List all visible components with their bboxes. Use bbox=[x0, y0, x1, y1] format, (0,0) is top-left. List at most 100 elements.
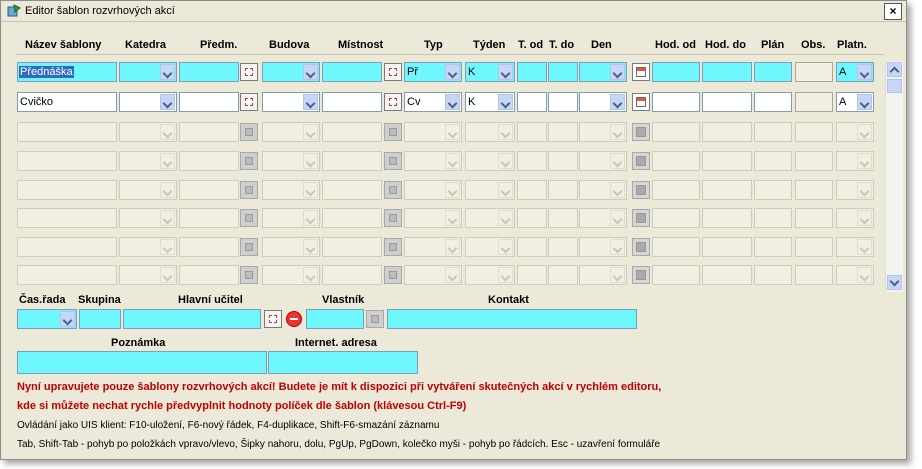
row-2-hod-od-input[interactable] bbox=[652, 92, 700, 112]
row-5-t-do-input bbox=[548, 180, 578, 200]
chevron-down-icon bbox=[445, 210, 460, 226]
column-header-hod-do[interactable]: Hod. do bbox=[705, 39, 746, 51]
row-1-mistnost-input[interactable] bbox=[322, 62, 382, 82]
predm-picker-icon[interactable] bbox=[240, 63, 258, 81]
column-header-platn[interactable]: Platn. bbox=[837, 39, 867, 51]
chevron-down-icon[interactable] bbox=[857, 94, 872, 110]
row-2-budova-select[interactable] bbox=[262, 92, 320, 112]
column-header-tyden[interactable]: Týden bbox=[473, 39, 505, 51]
predm-picker-icon bbox=[240, 238, 258, 256]
column-header-t-do[interactable]: T. do bbox=[549, 39, 574, 51]
predm-picker-icon[interactable] bbox=[240, 93, 258, 111]
chevron-down-icon[interactable] bbox=[857, 64, 872, 80]
den-calendar-icon[interactable] bbox=[632, 63, 650, 81]
skupina-input[interactable] bbox=[79, 309, 121, 329]
chevron-down-icon[interactable] bbox=[160, 94, 175, 110]
row-2-platn-select[interactable]: A bbox=[836, 92, 874, 112]
row-1-den-select[interactable] bbox=[579, 62, 627, 82]
row-2-predm-input[interactable] bbox=[179, 92, 239, 112]
chevron-down-icon[interactable] bbox=[498, 94, 513, 110]
column-header-mistnost[interactable]: Místnost bbox=[338, 39, 383, 51]
chevron-down-icon bbox=[445, 124, 460, 140]
row-5-obs-input bbox=[795, 180, 833, 200]
row-2-katedra-select[interactable] bbox=[119, 92, 177, 112]
chevron-down-icon bbox=[610, 239, 625, 255]
row-2-t-do-input[interactable] bbox=[548, 92, 578, 112]
row-1-hod-do-input[interactable] bbox=[702, 62, 752, 82]
row-2-mistnost-input[interactable] bbox=[322, 92, 382, 112]
chevron-down-icon[interactable] bbox=[610, 64, 625, 80]
row-2-nazev-input[interactable]: Cvičko bbox=[17, 92, 117, 112]
row-1-t-do-input[interactable] bbox=[548, 62, 578, 82]
mistnost-picker-icon[interactable] bbox=[384, 93, 402, 111]
close-button[interactable]: × bbox=[884, 3, 902, 20]
column-header-den[interactable]: Den bbox=[591, 39, 612, 51]
row-1-plan-input[interactable] bbox=[754, 62, 792, 82]
mistnost-picker-icon[interactable] bbox=[384, 63, 402, 81]
row-1-nazev-input[interactable]: Přednáška bbox=[17, 62, 117, 82]
row-7-nazev-input bbox=[17, 237, 117, 257]
mistnost-picker-icon bbox=[384, 152, 402, 170]
chevron-down-icon bbox=[857, 239, 872, 255]
row-5-predm-input bbox=[179, 180, 239, 200]
column-header-katedra[interactable]: Katedra bbox=[125, 39, 166, 51]
scroll-up-button[interactable] bbox=[887, 62, 902, 77]
chevron-down-icon[interactable] bbox=[445, 64, 460, 80]
chevron-down-icon bbox=[857, 153, 872, 169]
scroll-thumb[interactable] bbox=[887, 79, 902, 93]
row-1-budova-select[interactable] bbox=[262, 62, 320, 82]
row-1-predm-input[interactable] bbox=[179, 62, 239, 82]
row-6-predm-input bbox=[179, 208, 239, 228]
row-2-tyden-select[interactable]: K bbox=[465, 92, 515, 112]
row-1-platn-select[interactable]: A bbox=[836, 62, 874, 82]
chevron-down-icon bbox=[610, 210, 625, 226]
chevron-down-icon[interactable] bbox=[610, 94, 625, 110]
row-1-t-od-input[interactable] bbox=[517, 62, 547, 82]
chevron-down-icon bbox=[303, 182, 318, 198]
scroll-down-button[interactable] bbox=[887, 275, 902, 290]
column-header-nazev[interactable]: Název šablony bbox=[25, 39, 101, 51]
row-2-t-od-input[interactable] bbox=[517, 92, 547, 112]
internet-adresa-input[interactable] bbox=[268, 351, 418, 374]
chevron-down-icon bbox=[498, 239, 513, 255]
row-2-den-select[interactable] bbox=[579, 92, 627, 112]
vlastnik-input[interactable] bbox=[306, 309, 364, 329]
row-1-typ-select[interactable]: Př bbox=[404, 62, 462, 82]
grid-scrollbar[interactable] bbox=[885, 61, 903, 292]
row-2-obs-input[interactable] bbox=[795, 92, 833, 112]
chevron-down-icon bbox=[160, 210, 175, 226]
cas-rada-dropdown-icon[interactable] bbox=[60, 311, 75, 327]
row-1-tyden-select[interactable]: K bbox=[465, 62, 515, 82]
column-header-obs[interactable]: Obs. bbox=[801, 39, 825, 51]
row-2-typ-select[interactable]: Cv bbox=[404, 92, 462, 112]
column-header-plan[interactable]: Plán bbox=[761, 39, 784, 51]
chevron-down-icon[interactable] bbox=[498, 64, 513, 80]
row-4-predm-input bbox=[179, 151, 239, 171]
column-header-budova[interactable]: Budova bbox=[269, 39, 309, 51]
den-calendar-icon[interactable] bbox=[632, 93, 650, 111]
row-2-plan-input[interactable] bbox=[754, 92, 792, 112]
row-2-hod-do-input[interactable] bbox=[702, 92, 752, 112]
chevron-down-icon[interactable] bbox=[303, 94, 318, 110]
kontakt-input[interactable] bbox=[387, 309, 637, 329]
chevron-down-icon[interactable] bbox=[445, 94, 460, 110]
row-1-katedra-select[interactable] bbox=[119, 62, 177, 82]
row-3-typ-select bbox=[404, 122, 462, 142]
chevron-down-icon bbox=[303, 153, 318, 169]
hlavni-ucitel-clear-icon[interactable] bbox=[286, 311, 302, 327]
column-header-hod-od[interactable]: Hod. od bbox=[655, 39, 696, 51]
row-4-obs-input bbox=[795, 151, 833, 171]
column-header-t-od[interactable]: T. od bbox=[518, 39, 543, 51]
poznamka-input[interactable] bbox=[17, 351, 267, 374]
column-header-predm[interactable]: Předm. bbox=[200, 39, 237, 51]
row-1-hod-od-input[interactable] bbox=[652, 62, 700, 82]
chevron-down-icon[interactable] bbox=[303, 64, 318, 80]
cas-rada-select[interactable] bbox=[17, 309, 77, 329]
hlavni-ucitel-input[interactable] bbox=[123, 309, 261, 329]
hlavni-ucitel-picker-icon[interactable] bbox=[264, 310, 282, 328]
column-header-typ[interactable]: Typ bbox=[424, 39, 443, 51]
chevron-down-icon bbox=[610, 153, 625, 169]
chevron-down-icon[interactable] bbox=[160, 64, 175, 80]
predm-picker-icon bbox=[240, 209, 258, 227]
row-1-obs-input[interactable] bbox=[795, 62, 833, 82]
